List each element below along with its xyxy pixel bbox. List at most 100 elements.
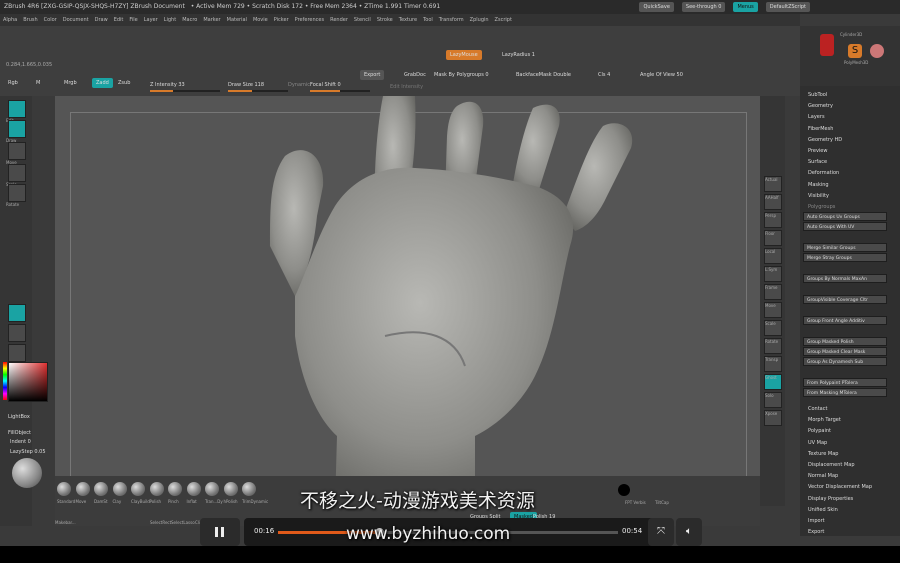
menu-color[interactable]: Color <box>44 17 57 23</box>
alpha-thumbnail[interactable] <box>8 344 26 362</box>
view-scale-button[interactable]: Scale <box>764 320 782 336</box>
material-sphere[interactable] <box>12 458 42 488</box>
lazymouse-button[interactable]: LazyMouse <box>446 50 482 60</box>
polygroup-button-8[interactable]: Group Masked Clear Mask <box>803 347 887 356</box>
cls-slider[interactable]: Cls 4 <box>598 72 610 78</box>
menu-file[interactable]: File <box>129 17 137 23</box>
brush-10-sphere[interactable] <box>242 482 256 496</box>
subpalette-export[interactable]: Export <box>808 529 824 535</box>
menu-zscript[interactable]: Zscript <box>495 17 512 23</box>
view-transp-button[interactable]: Transp <box>764 356 782 372</box>
brush-6-sphere[interactable] <box>168 482 182 496</box>
mrgb-toggle[interactable]: Mrgb <box>64 80 77 86</box>
polygroup-button-9[interactable]: Group As Dynamesh Sub <box>803 357 887 366</box>
move-tool-button[interactable] <box>8 142 26 160</box>
extra-tool-0[interactable]: Makebar... <box>55 520 76 525</box>
view-ghost-button[interactable]: Ghost <box>764 374 782 390</box>
dynamic-toggle[interactable]: Dynamic <box>288 82 310 88</box>
subpalette-displacement-map[interactable]: Displacement Map <box>808 462 855 468</box>
menu-brush[interactable]: Brush <box>23 17 37 23</box>
scale-tool-button[interactable] <box>8 164 26 182</box>
subpalette-fibermesh[interactable]: FiberMesh <box>808 126 833 132</box>
menu-movie[interactable]: Movie <box>253 17 268 23</box>
menu-edit[interactable]: Edit <box>114 17 124 23</box>
black-material-swatch[interactable] <box>618 484 630 496</box>
cylinder-thumbnail[interactable] <box>820 34 834 56</box>
quicksave-button[interactable]: QuickSave <box>639 2 674 12</box>
volume-icon[interactable]: 🔈︎ <box>676 518 702 546</box>
menu-draw[interactable]: Draw <box>95 17 108 23</box>
lazystep-slider[interactable]: LazyStep 0.05 <box>10 449 46 455</box>
subpalette-texture-map[interactable]: Texture Map <box>808 451 838 457</box>
polymesh-thumbnail[interactable]: S <box>848 44 862 58</box>
m-toggle[interactable]: M <box>36 80 40 86</box>
view-lsym-button[interactable]: L.Sym <box>764 266 782 282</box>
fillobject-button[interactable]: FillObject <box>8 430 31 436</box>
brush-8-sphere[interactable] <box>205 482 219 496</box>
menu-layer[interactable]: Layer <box>144 17 158 23</box>
see-through-slider[interactable]: See-through 0 <box>681 2 726 12</box>
view-local-button[interactable]: Local <box>764 248 782 264</box>
polygroup-button-2[interactable]: Merge Similar Groups <box>803 243 887 252</box>
subpalette-layers[interactable]: Layers <box>808 114 825 120</box>
extra-tool-2[interactable]: SelectLasso <box>171 520 195 525</box>
canvas-viewport[interactable] <box>55 96 760 506</box>
z-intensity-slider[interactable]: Z Intensity 33 <box>150 82 185 88</box>
menu-alpha[interactable]: Alpha <box>3 17 17 23</box>
extra-tool-1[interactable]: SelectRect <box>150 520 171 525</box>
polygroup-button-0[interactable]: Auto Groups Uv Groups <box>803 212 887 221</box>
pause-button[interactable] <box>200 518 240 546</box>
view-xpose-button[interactable]: Xpose <box>764 410 782 426</box>
polygroups-header[interactable]: Polygroups <box>808 204 835 210</box>
subpalette-vector-displacement-map[interactable]: Vector Displacement Map <box>808 484 872 490</box>
menu-picker[interactable]: Picker <box>274 17 289 23</box>
menu-tool[interactable]: Tool <box>423 17 433 23</box>
menu-material[interactable]: Material <box>227 17 247 23</box>
draw-size-slider[interactable]: Draw Size 118 <box>228 82 264 88</box>
subpalette-deformation[interactable]: Deformation <box>808 170 839 176</box>
menu-stencil[interactable]: Stencil <box>354 17 371 23</box>
focal-shift-track[interactable] <box>310 90 370 92</box>
polygroup-button-3[interactable]: Merge Stray Groups <box>803 253 887 262</box>
z-intensity-track[interactable] <box>150 90 220 92</box>
menu-marker[interactable]: Marker <box>203 17 220 23</box>
lazyradius-slider[interactable]: LazyRadius 1 <box>502 52 535 58</box>
polygroup-button-7[interactable]: Group Masked Polish <box>803 337 887 346</box>
zadd-toggle[interactable]: Zadd <box>92 78 113 88</box>
view-frame-button[interactable]: Frame <box>764 284 782 300</box>
menu-render[interactable]: Render <box>330 17 348 23</box>
subpalette-contact[interactable]: Contact <box>808 406 827 412</box>
stroke-thumbnail[interactable] <box>8 324 26 342</box>
view-move-button[interactable]: Move <box>764 302 782 318</box>
lightbox-button[interactable]: LightBox <box>8 414 30 420</box>
default-zscript-button[interactable]: DefaultZScript <box>765 2 810 12</box>
subpalette-morph-target[interactable]: Morph Target <box>808 417 841 423</box>
subpalette-polypaint[interactable]: Polypaint <box>808 428 831 434</box>
brush-2-sphere[interactable] <box>94 482 108 496</box>
rgb-toggle[interactable]: Rgb <box>8 80 18 86</box>
draw-size-track[interactable] <box>228 90 288 92</box>
view-floor-button[interactable]: Floor <box>764 230 782 246</box>
polygroup-button-6[interactable]: Group Front Angle Additiv <box>803 316 887 325</box>
menu-texture[interactable]: Texture <box>399 17 417 23</box>
menu-preferences[interactable]: Preferences <box>295 17 324 23</box>
brush-4-sphere[interactable] <box>131 482 145 496</box>
subpalette-uv-map[interactable]: UV Map <box>808 440 827 446</box>
indent-slider[interactable]: Indent 0 <box>10 439 31 445</box>
view-solo-button[interactable]: Solo <box>764 392 782 408</box>
subpalette-masking[interactable]: Masking <box>808 182 829 188</box>
brush-5-sphere[interactable] <box>149 482 164 496</box>
polygroup-button-10[interactable]: From Polypaint PTolera <box>803 378 887 387</box>
menu-transform[interactable]: Transform <box>439 17 464 23</box>
subpalette-subtool[interactable]: SubTool <box>808 92 827 98</box>
menu-document[interactable]: Document <box>63 17 89 23</box>
brush-7-sphere[interactable] <box>186 482 201 496</box>
menu-stroke[interactable]: Stroke <box>377 17 393 23</box>
focal-shift-slider[interactable]: Focal Shift 0 <box>310 82 341 88</box>
menu-zplugin[interactable]: Zplugin <box>470 17 489 23</box>
brush-3-sphere[interactable] <box>112 482 127 496</box>
menus-toggle[interactable]: Menus <box>733 2 758 12</box>
color-picker[interactable] <box>8 362 48 402</box>
subpalette-geometry[interactable]: Geometry <box>808 103 833 109</box>
menu-macro[interactable]: Macro <box>182 17 197 23</box>
